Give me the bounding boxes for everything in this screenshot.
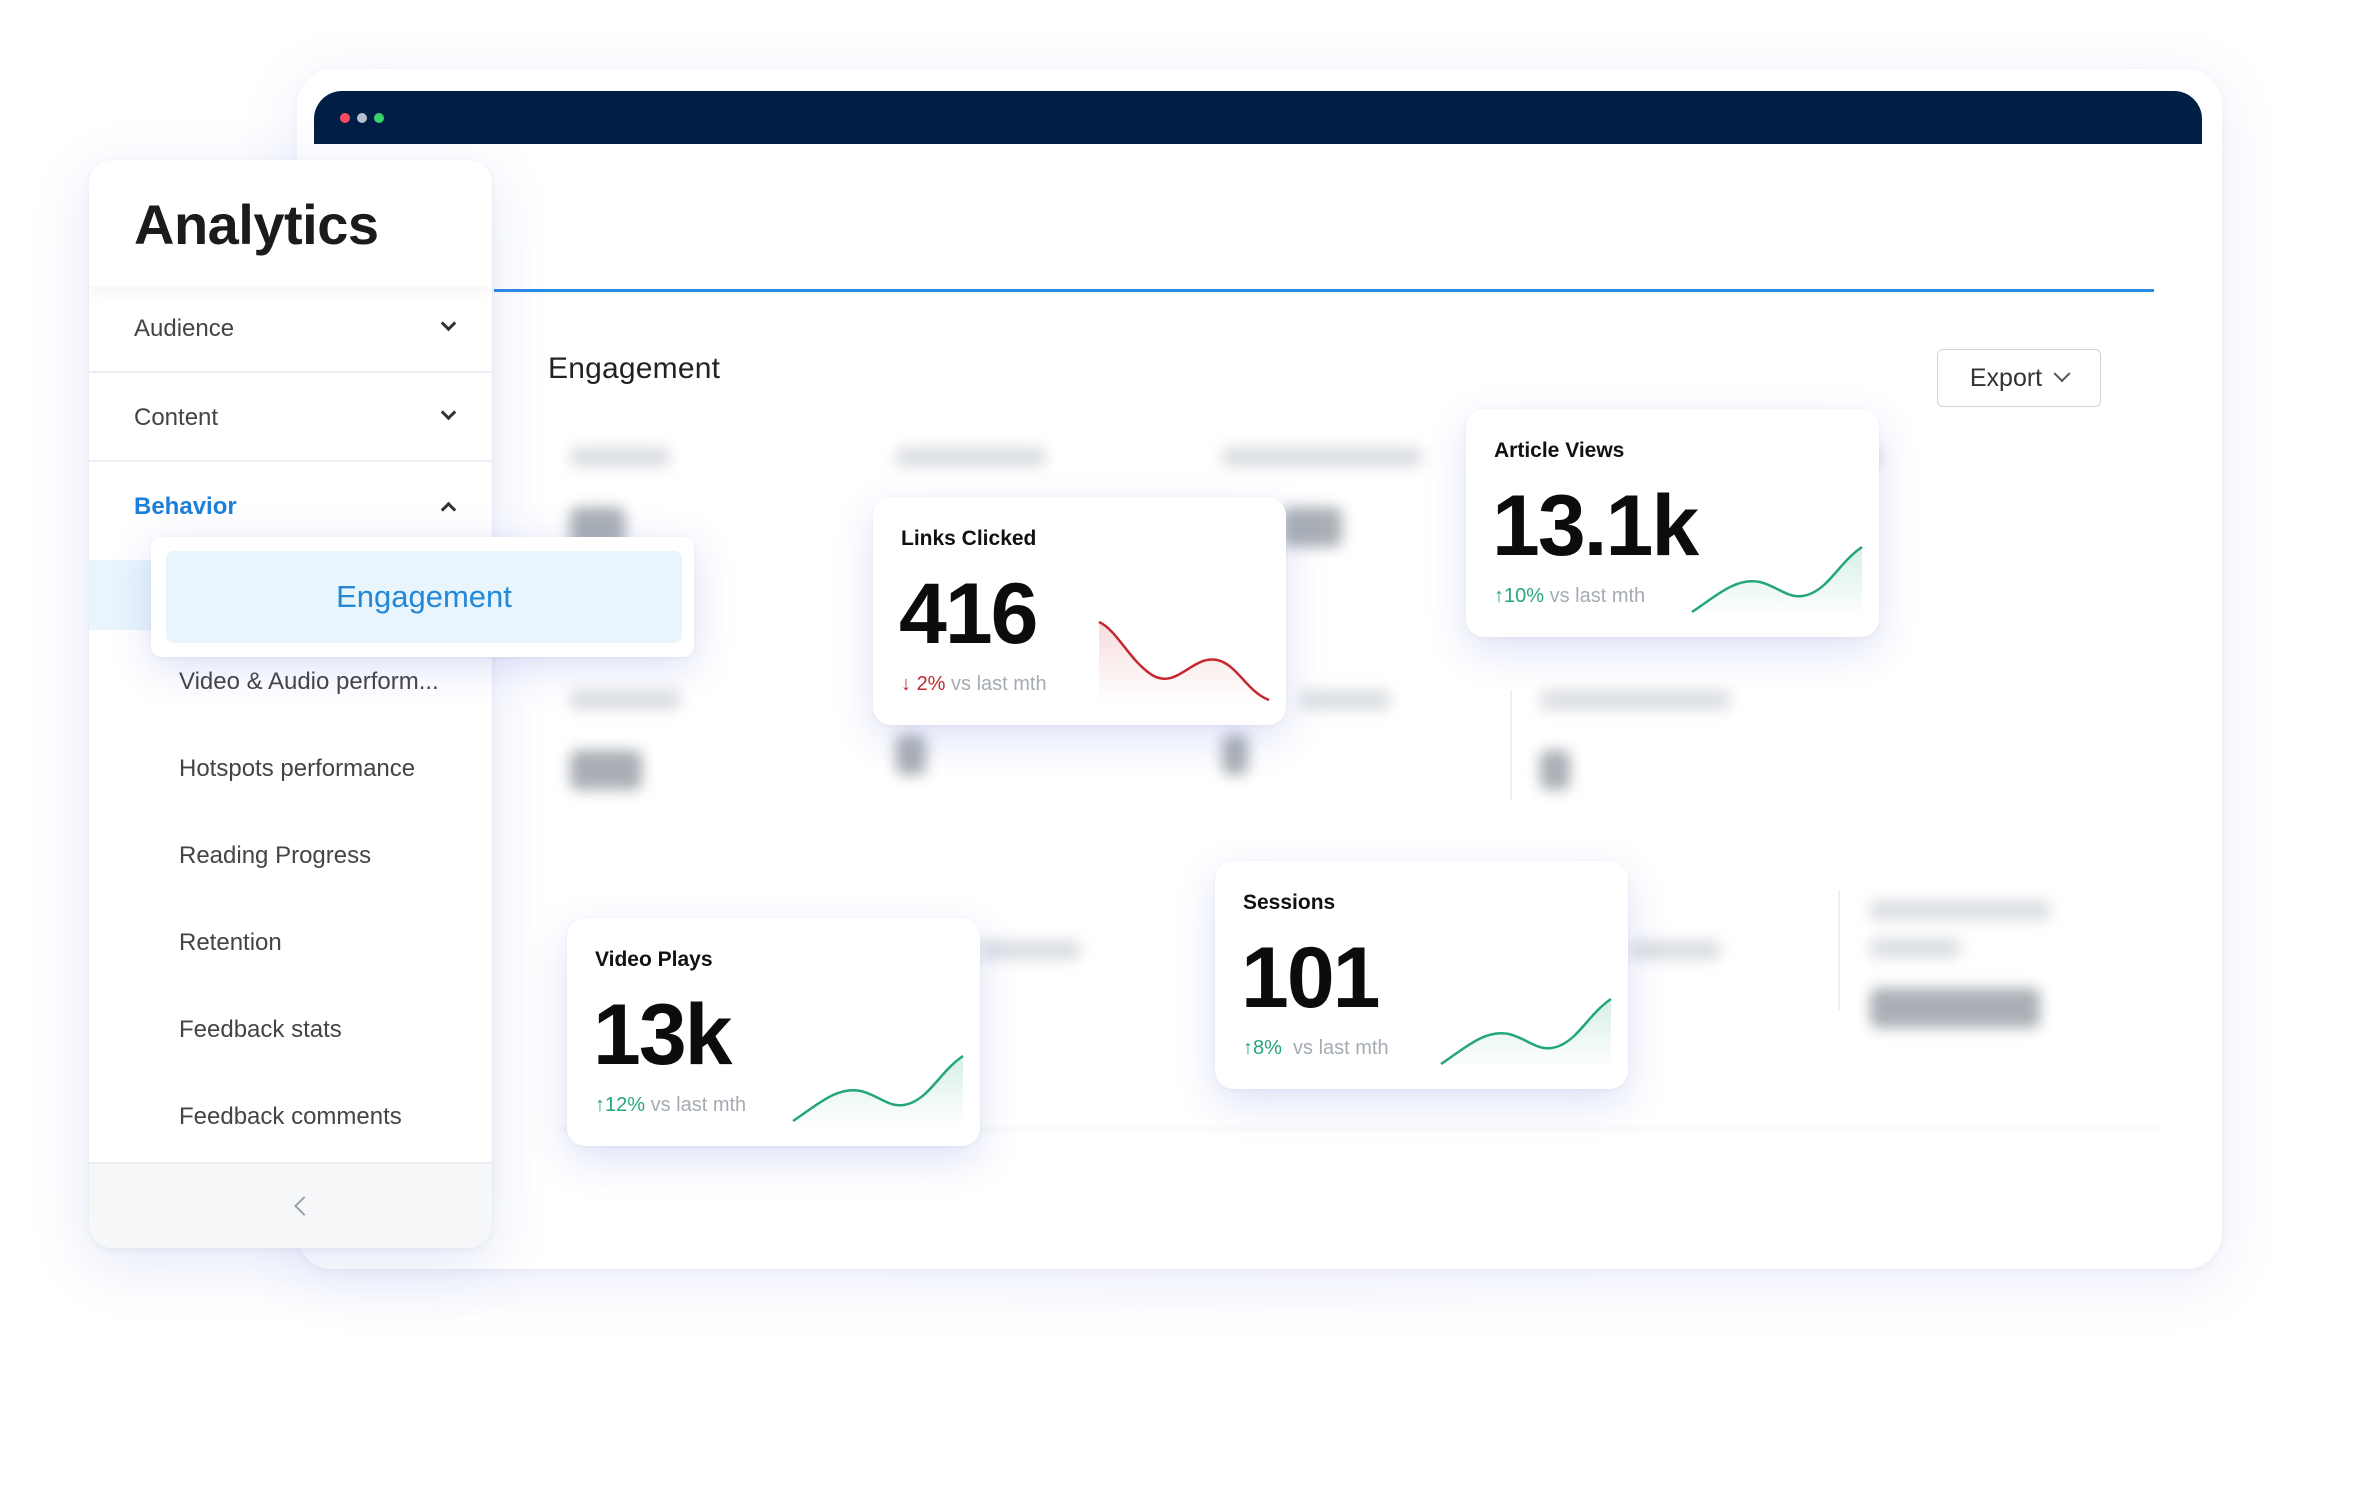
stat-card-value: 101 [1241, 930, 1380, 1026]
divider [1838, 890, 1840, 1010]
window-titlebar [314, 91, 2202, 144]
sidebar-item-feedback-stats[interactable]: Feedback stats [179, 1016, 342, 1044]
blurred-stat [1870, 900, 2050, 1028]
sidebar-collapse-button[interactable] [89, 1162, 492, 1248]
blurred-stat [980, 940, 1080, 960]
sidebar-header: Analytics [89, 160, 492, 286]
arrow-down-icon: ↓ [901, 673, 911, 695]
arrow-up-icon: ↑ [595, 1094, 605, 1116]
sidebar-title: Analytics [134, 193, 379, 256]
stat-card-delta-pct: 12% [605, 1094, 646, 1116]
blurred-stat [1630, 940, 1720, 960]
stat-card-label: Video Plays [595, 948, 713, 971]
stat-card-sessions: Sessions 101 ↑8% vs last mth [1215, 861, 1628, 1089]
blurred-stat [896, 735, 936, 775]
sidebar-item-reading-progress[interactable]: Reading Progress [179, 842, 371, 870]
stat-card-video-plays: Video Plays 13k ↑12% vs last mth [567, 918, 980, 1146]
stat-card-delta-suffix: vs last mth [1281, 1037, 1389, 1059]
stat-card-label: Article Views [1494, 439, 1625, 462]
divider [1510, 690, 1512, 800]
chevron-down-icon [2053, 365, 2071, 383]
stat-card-delta-suffix: vs last mth [645, 1094, 747, 1116]
blurred-stat [1300, 690, 1390, 710]
export-button[interactable]: Export [1937, 349, 2101, 407]
sidebar-section-label: Content [134, 404, 219, 431]
stat-card-value: 13k [593, 987, 732, 1083]
stat-card-article-views: Article Views 13.1k ↑10% vs last mth [1466, 409, 1879, 637]
chevron-left-icon [294, 1196, 314, 1216]
sidebar-section-content[interactable]: Content [89, 375, 492, 462]
sparkline-chart [1440, 997, 1612, 1069]
stat-card-label: Links Clicked [901, 527, 1037, 550]
sidebar-item-feedback-comments[interactable]: Feedback comments [179, 1103, 402, 1131]
header-divider [494, 289, 2154, 292]
sidebar-item-retention[interactable]: Retention [179, 929, 282, 957]
maximize-window-icon[interactable] [374, 113, 384, 123]
stat-card-value: 416 [899, 566, 1038, 662]
sidebar-section-audience[interactable]: Audience [89, 286, 492, 373]
blurred-stat [570, 690, 680, 790]
sidebar-item-engagement[interactable]: Engagement [166, 551, 682, 643]
sparkline-chart [1098, 620, 1270, 705]
stat-card-delta-pct: 10% [1504, 585, 1545, 607]
stat-card-links-clicked: Links Clicked 416 ↓ 2% vs last mth [873, 497, 1286, 725]
chevron-up-icon [440, 501, 457, 518]
stat-card-delta-suffix: vs last mth [1544, 585, 1646, 607]
blurred-stat [1540, 690, 1730, 790]
chevron-down-icon [440, 315, 457, 332]
blurred-stat [1222, 735, 1262, 775]
sidebar-section-label: Behavior [134, 493, 237, 520]
blurred-stat [896, 447, 1046, 467]
arrow-up-icon: ↑ [1494, 585, 1504, 607]
chevron-down-icon [440, 404, 457, 421]
sidebar-item-engagement-popout: Engagement [151, 537, 694, 657]
sidebar-item-hotspots[interactable]: Hotspots performance [179, 755, 415, 783]
sidebar-section-label: Audience [134, 315, 235, 342]
stat-card-value: 13.1k [1492, 478, 1699, 574]
export-button-label: Export [1969, 363, 2043, 392]
minimize-window-icon[interactable] [357, 113, 367, 123]
sparkline-chart [1691, 545, 1863, 617]
stat-card-delta-suffix: vs last mth [945, 673, 1047, 695]
close-window-icon[interactable] [340, 113, 350, 123]
stat-card-delta-pct: 8% [1253, 1037, 1282, 1059]
page-title: Engagement [548, 352, 721, 385]
sparkline-chart [792, 1054, 964, 1126]
stat-card-delta-pct: 2% [916, 673, 946, 695]
arrow-up-icon: ↑ [1243, 1037, 1253, 1059]
stat-card-delta: ↑12% vs last mth [595, 1094, 746, 1117]
sidebar: Analytics Audience Content Behavior Vide… [89, 160, 492, 1248]
blurred-stat [570, 447, 680, 547]
sidebar-item-video-audio[interactable]: Video & Audio perform... [179, 668, 439, 696]
stat-card-delta: ↓ 2% vs last mth [901, 673, 1047, 696]
stat-card-delta: ↑10% vs last mth [1494, 585, 1645, 608]
stat-card-label: Sessions [1243, 891, 1336, 914]
stat-card-delta: ↑8% vs last mth [1243, 1037, 1389, 1060]
